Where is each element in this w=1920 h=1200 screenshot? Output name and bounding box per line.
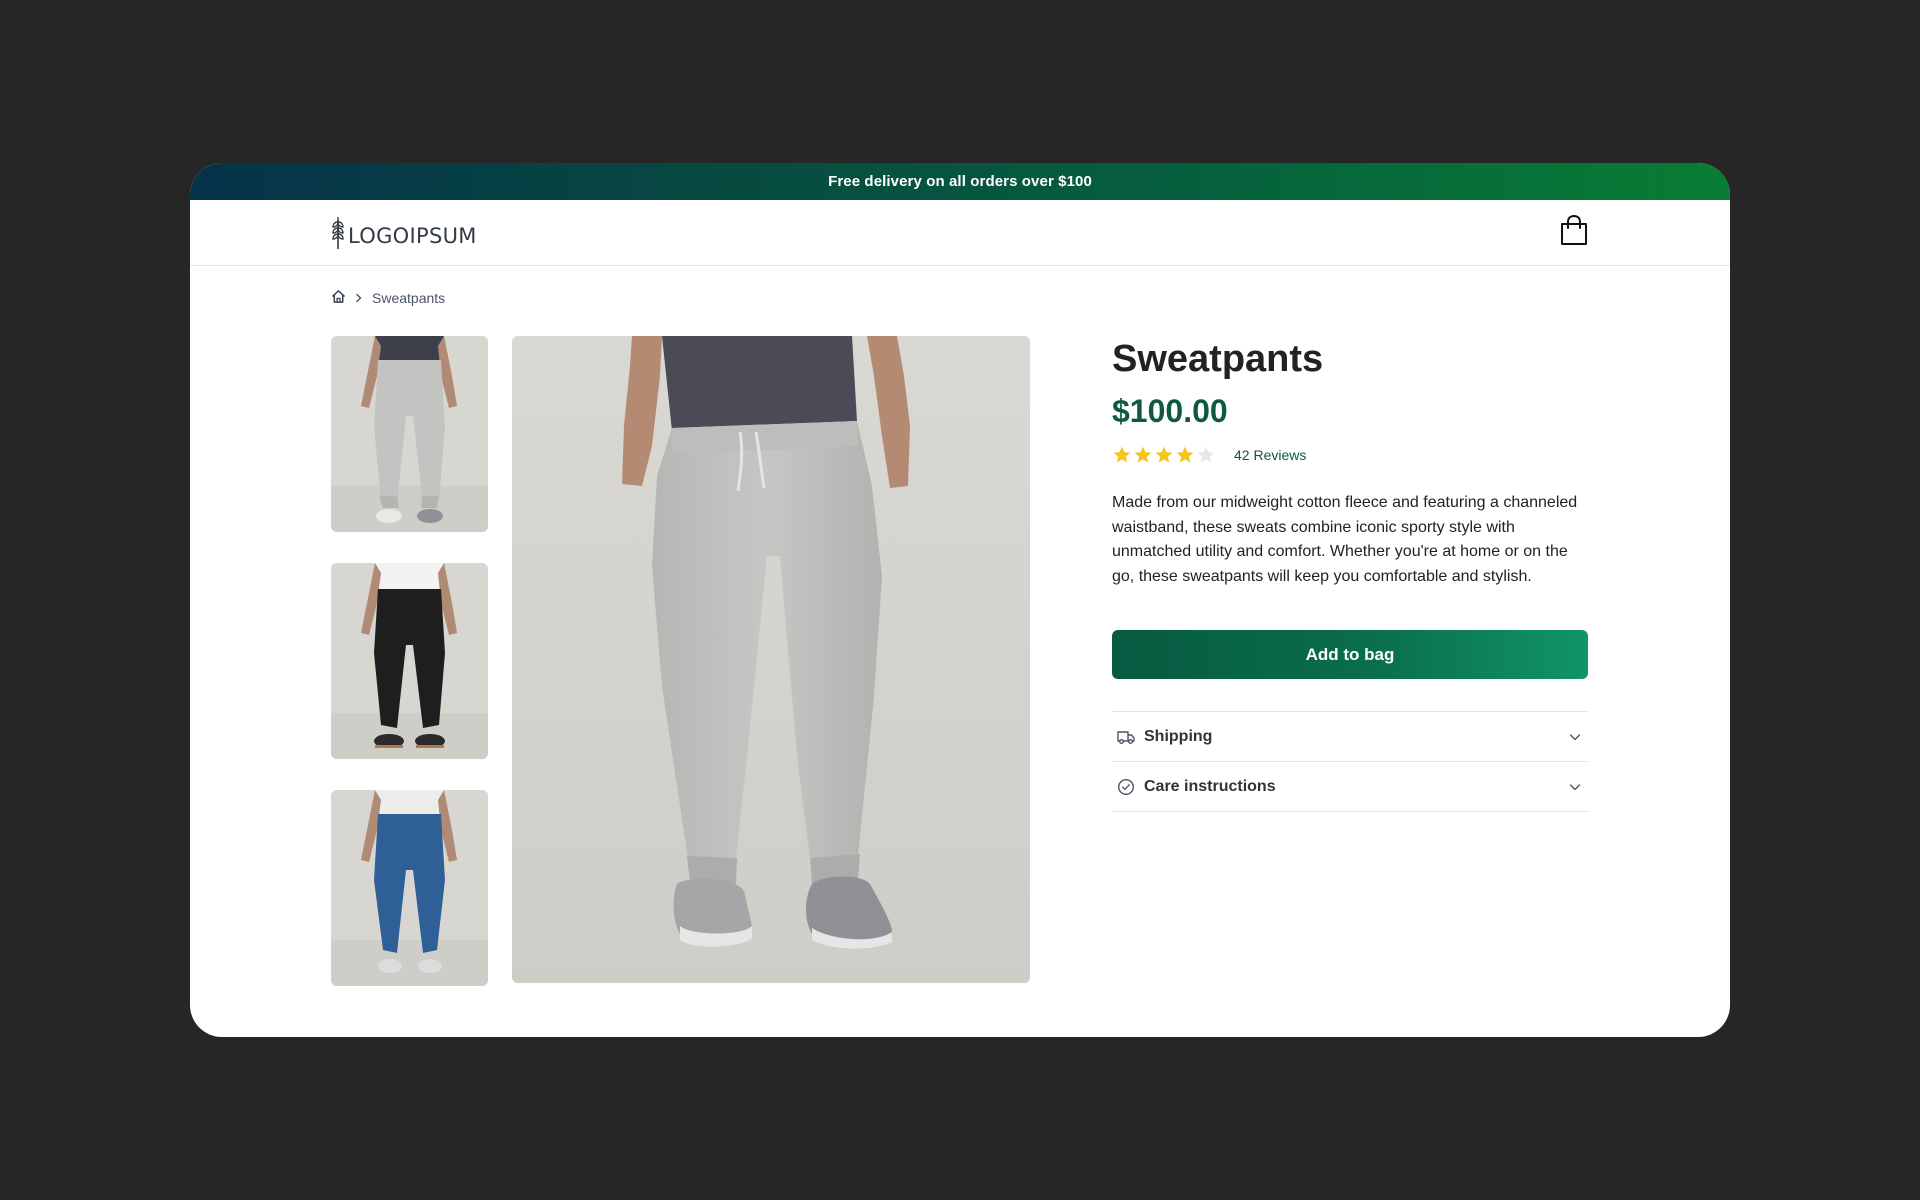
product-title: Sweatpants <box>1112 338 1324 380</box>
promo-banner: Free delivery on all orders over $100 <box>190 163 1730 200</box>
promo-text: Free delivery on all orders over $100 <box>828 173 1092 190</box>
reviews-link[interactable]: 42 Reviews <box>1234 447 1306 463</box>
thumbnail-gallery <box>331 336 488 986</box>
accordion-care-instructions[interactable]: Care instructions <box>1112 762 1588 812</box>
accordion-label-care: Care instructions <box>1144 777 1276 795</box>
logo[interactable]: LOGOIPSUM <box>331 216 477 255</box>
star-filled-icon <box>1134 446 1152 463</box>
star-filled-icon <box>1155 446 1173 463</box>
accordion-shipping[interactable]: Shipping <box>1112 712 1588 762</box>
site-header: LOGOIPSUM <box>190 200 1730 266</box>
product-photo-main <box>512 336 1030 983</box>
chevron-right-icon <box>354 290 364 306</box>
wheat-icon <box>331 216 345 255</box>
chevron-down-icon <box>1568 729 1584 745</box>
star-rating <box>1112 445 1216 465</box>
product-photo-black <box>331 563 488 759</box>
main-product-image <box>512 336 1030 983</box>
thumbnail-blue-sweatpants[interactable] <box>331 790 488 986</box>
logo-text: LOGOIPSUM <box>348 223 477 248</box>
truck-icon <box>1116 727 1136 747</box>
product-photo-blue <box>331 790 488 986</box>
chevron-down-icon <box>1568 779 1584 795</box>
rating-row: 42 Reviews <box>1112 445 1588 465</box>
product-accordion: Shipping Care instructions <box>1112 711 1588 812</box>
product-price: $100.00 <box>1112 393 1228 429</box>
star-empty-icon <box>1197 446 1215 463</box>
breadcrumb: Sweatpants <box>331 289 445 307</box>
product-info: Sweatpants $100.00 42 Reviews Made from … <box>1112 336 1588 812</box>
product-photo-grey <box>331 336 488 532</box>
breadcrumb-home[interactable] <box>331 289 346 307</box>
shopping-bag-button[interactable] <box>1558 214 1590 251</box>
thumbnail-black-sweatpants[interactable] <box>331 563 488 759</box>
shopping-bag-icon <box>1559 214 1589 251</box>
star-filled-icon <box>1176 446 1194 463</box>
product-description: Made from our midweight cotton fleece an… <box>1112 494 1578 585</box>
breadcrumb-current[interactable]: Sweatpants <box>372 290 445 306</box>
page-frame: Free delivery on all orders over $100 LO… <box>190 163 1730 1037</box>
add-to-bag-button[interactable]: Add to bag <box>1112 630 1588 679</box>
accordion-label-shipping: Shipping <box>1144 727 1213 745</box>
thumbnail-grey-sweatpants[interactable] <box>331 336 488 532</box>
check-circle-icon <box>1116 777 1136 797</box>
star-filled-icon <box>1113 446 1131 463</box>
home-icon <box>331 289 346 307</box>
